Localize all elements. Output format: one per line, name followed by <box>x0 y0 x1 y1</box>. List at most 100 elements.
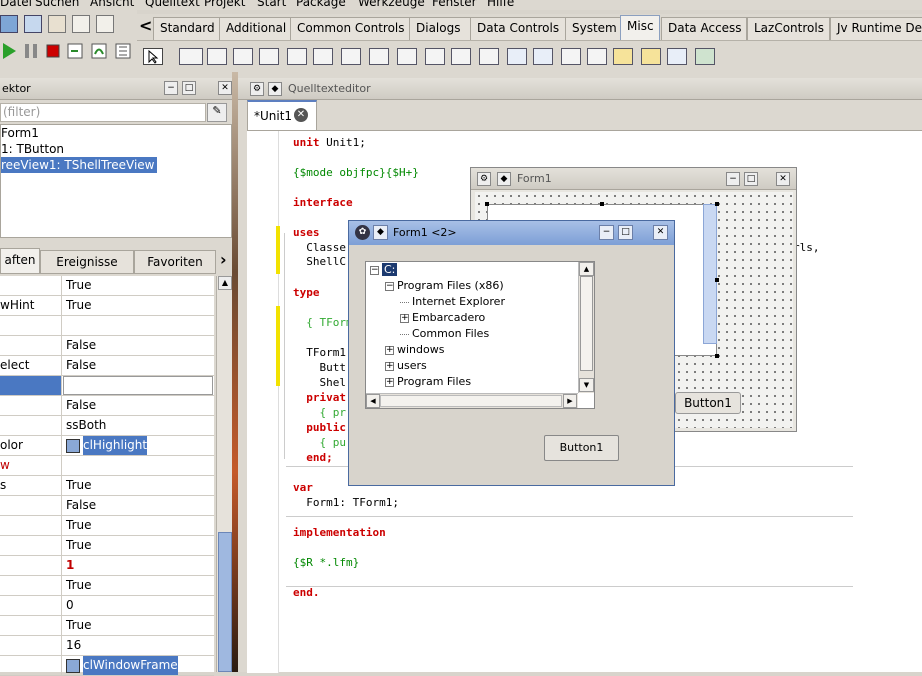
ini-config-icon[interactable] <box>533 48 553 65</box>
minimize-icon[interactable]: − <box>164 81 178 95</box>
editor-tab-unit1[interactable]: *Unit1 ✕ <box>247 100 317 130</box>
close-file-icon[interactable] <box>48 15 66 33</box>
property-value[interactable]: True <box>66 516 92 535</box>
tree-hscrollbar[interactable]: ◀ ▶ <box>366 393 578 408</box>
file-name-edit-icon[interactable] <box>313 48 333 65</box>
step-out-icon[interactable] <box>114 42 132 60</box>
menu-file[interactable]: Datei <box>0 0 32 9</box>
property-row[interactable]: ssBoth <box>0 416 214 436</box>
palette-scroll-left[interactable]: < <box>139 16 152 35</box>
close-tab-icon[interactable]: ✕ <box>294 108 308 122</box>
spin-edit-icon[interactable] <box>207 48 227 65</box>
property-value[interactable]: True <box>66 536 92 555</box>
close-icon[interactable]: ✕ <box>653 225 668 240</box>
menu-search[interactable]: Suchen <box>35 0 79 9</box>
tab-common-controls[interactable]: Common Controls <box>290 17 410 40</box>
shell-tree-view-icon[interactable] <box>613 48 633 65</box>
calc-edit-icon[interactable] <box>425 48 445 65</box>
pin-icon[interactable]: ◆ <box>268 82 282 96</box>
selection-tool-icon[interactable] <box>143 48 163 65</box>
menu-window[interactable]: Fenster <box>432 0 477 9</box>
gear-icon[interactable]: ⚙ <box>250 82 264 96</box>
property-value[interactable]: ssBoth <box>66 416 106 435</box>
property-row[interactable]: True <box>0 276 214 296</box>
property-row[interactable]: elect False <box>0 356 214 376</box>
property-value[interactable]: False <box>66 356 96 375</box>
ini-property-storage-icon[interactable] <box>695 48 715 65</box>
tab-data-controls[interactable]: Data Controls <box>470 17 566 40</box>
property-row[interactable]: True <box>0 616 214 636</box>
filter-input[interactable]: (filter) <box>0 103 206 122</box>
toggle-form-icon[interactable] <box>96 15 114 33</box>
property-value[interactable]: 16 <box>66 636 81 655</box>
save-icon[interactable] <box>0 15 18 33</box>
tab-events[interactable]: Ereignisse <box>40 250 134 274</box>
property-value[interactable]: False <box>66 336 96 355</box>
tab-jv-runtime-design[interactable]: Jv Runtime Design <box>830 17 922 40</box>
property-value[interactable]: True <box>66 296 92 315</box>
menu-source[interactable]: Quelltext <box>145 0 200 9</box>
pin-icon[interactable]: ◆ <box>497 172 511 186</box>
minimize-icon[interactable]: − <box>726 172 740 186</box>
tab-system[interactable]: System <box>565 17 621 40</box>
menu-run[interactable]: Start <box>257 0 286 9</box>
scroll-right-icon[interactable]: ▶ <box>563 394 577 408</box>
button1-designer[interactable]: Button1 <box>675 392 741 414</box>
menu-package[interactable]: Package <box>296 0 346 9</box>
property-value[interactable]: True <box>66 476 92 495</box>
property-value[interactable]: True <box>66 276 92 295</box>
property-row[interactable]: 16 <box>0 636 214 656</box>
scroll-down-icon[interactable]: ▼ <box>579 378 594 392</box>
arrow-icon[interactable] <box>259 48 279 65</box>
property-row[interactable]: olor clHighlight <box>0 436 214 456</box>
shell-tree-node[interactable]: + Embarcadero <box>400 310 485 326</box>
shell-tree-node[interactable]: + windows <box>385 342 444 358</box>
maximize-icon[interactable]: □ <box>744 172 758 186</box>
tab-misc[interactable]: Misc <box>620 15 660 40</box>
property-row[interactable]: wHint True <box>0 296 214 316</box>
hscroll-thumb[interactable] <box>380 395 562 407</box>
vscroll-thumb[interactable] <box>580 276 593 371</box>
shell-list-view-icon[interactable] <box>641 48 661 65</box>
tree-item-button1[interactable]: 1: TButton <box>1 141 231 157</box>
chevron-right-icon[interactable]: › <box>220 250 227 269</box>
property-value[interactable]: False <box>66 496 96 515</box>
property-value[interactable]: 0 <box>66 596 74 615</box>
scroll-up-icon[interactable]: ▲ <box>579 262 594 276</box>
property-row[interactable]: 0 <box>0 596 214 616</box>
property-row[interactable]: False <box>0 496 214 516</box>
property-row[interactable]: True <box>0 536 214 556</box>
pin-icon[interactable]: ◆ <box>373 225 388 240</box>
grab-handle[interactable] <box>715 202 719 206</box>
tab-data-access[interactable]: Data Access <box>661 17 747 40</box>
xml-config-icon[interactable] <box>507 48 527 65</box>
property-value[interactable]: clHighlight <box>83 436 148 455</box>
edit-button-icon[interactable] <box>287 48 307 65</box>
expand-icon[interactable]: + <box>385 345 394 355</box>
shell-tree-node[interactable]: + users <box>385 358 427 374</box>
clear-filter-icon[interactable]: ✎ <box>207 103 227 122</box>
minimize-icon[interactable]: − <box>599 225 614 240</box>
property-row[interactable]: True <box>0 576 214 596</box>
close-icon[interactable]: ✕ <box>776 172 790 186</box>
pause-icon[interactable] <box>22 42 40 60</box>
shell-tree-node[interactable]: − C: <box>370 262 398 278</box>
step-into-icon[interactable] <box>66 42 84 60</box>
tab-properties[interactable]: aften <box>0 248 40 274</box>
tab-dialogs[interactable]: Dialogs <box>409 17 471 40</box>
tree-item-shelltreeview1[interactable]: reeView1: TShellTreeView <box>1 157 157 173</box>
property-row[interactable]: True <box>0 516 214 536</box>
menu-tools[interactable]: Werkzeuge <box>358 0 425 9</box>
tab-lazcontrols[interactable]: LazControls <box>747 17 830 40</box>
menu-help[interactable]: Hilfe <box>487 0 514 9</box>
file-list-icon[interactable] <box>479 48 499 65</box>
stop-icon[interactable] <box>44 42 62 60</box>
color-button-icon[interactable] <box>179 48 203 65</box>
grab-handle[interactable] <box>485 202 489 206</box>
tab-favorites[interactable]: Favoriten <box>134 250 216 274</box>
property-row[interactable] <box>0 376 214 396</box>
scroll-left-icon[interactable]: ◀ <box>366 394 380 408</box>
property-value[interactable]: False <box>66 396 96 415</box>
bar-chart-icon[interactable] <box>561 48 581 65</box>
grab-handle[interactable] <box>600 202 604 206</box>
